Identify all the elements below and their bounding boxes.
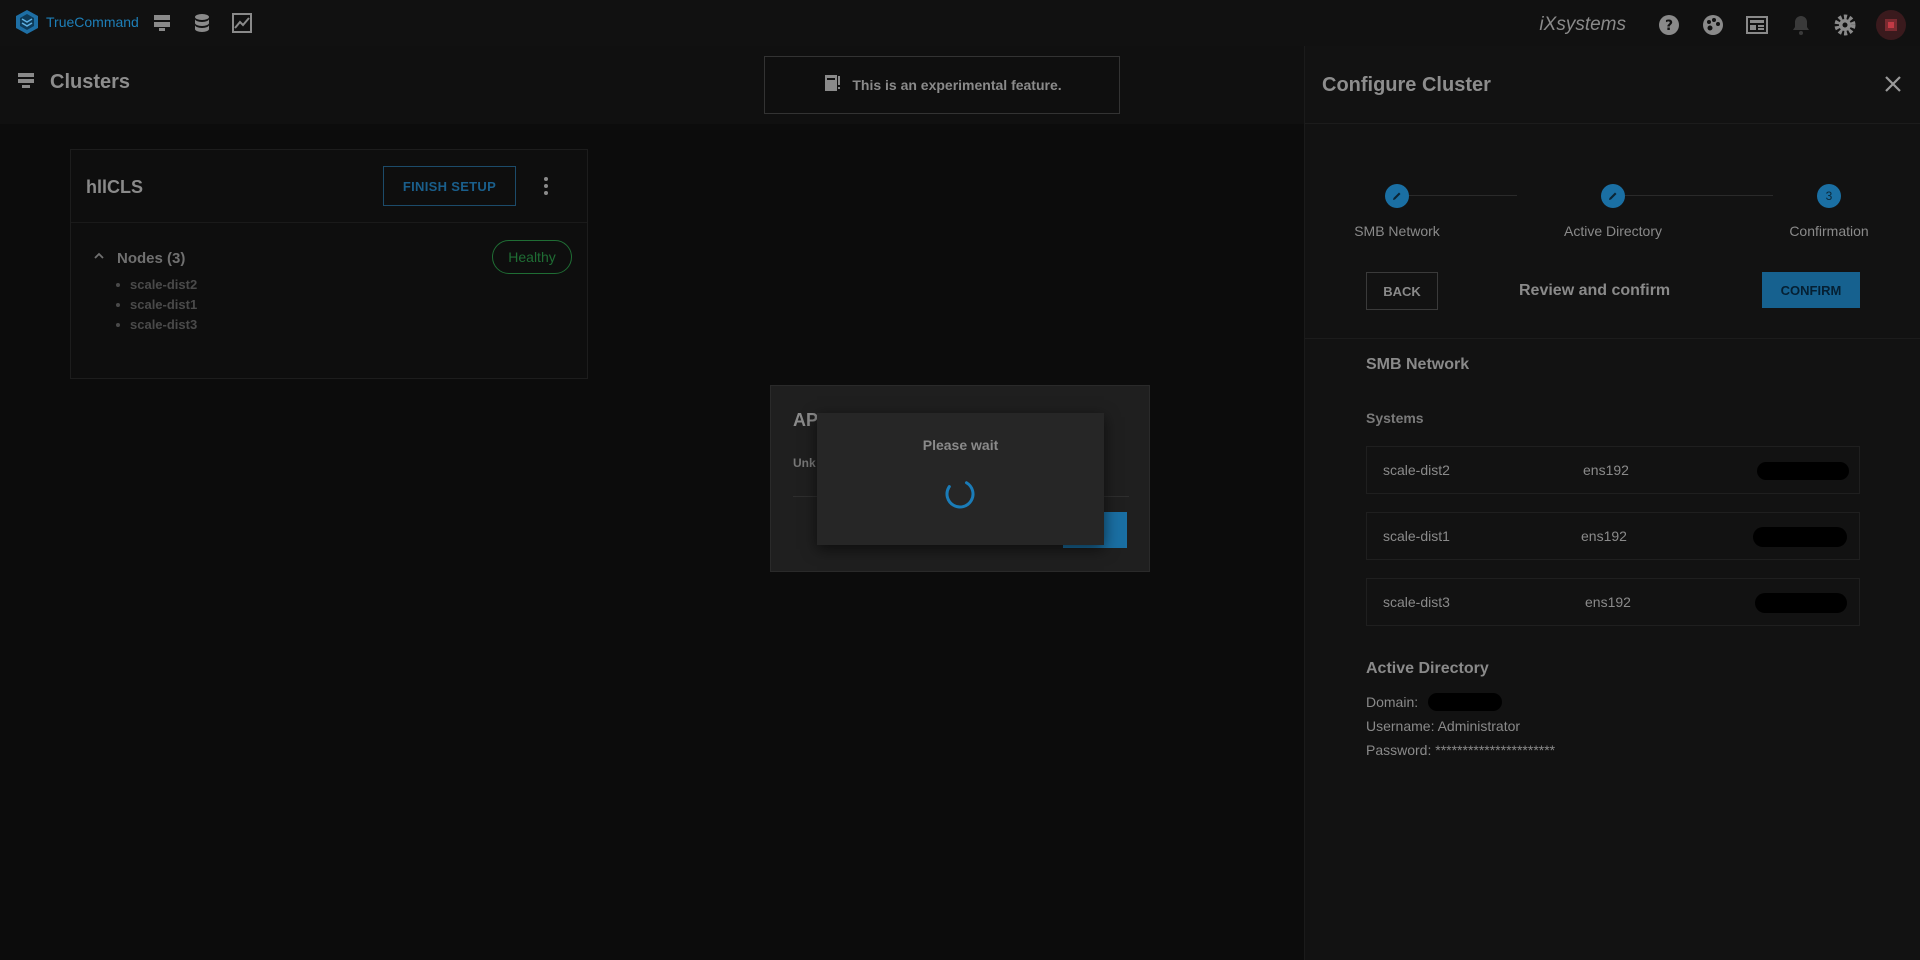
list-item: scale-dist2 xyxy=(116,275,197,295)
review-heading: Review and confirm xyxy=(1519,282,1671,299)
table-row: scale-dist1 ens192 xyxy=(1366,512,1860,560)
top-bar: TrueCommand iXsystems ? xyxy=(0,0,1920,46)
please-wait-dialog: Please wait xyxy=(817,413,1104,545)
brand-name: TrueCommand xyxy=(46,14,139,30)
step-label-active-directory[interactable]: Active Directory xyxy=(1543,223,1683,239)
redacted-address xyxy=(1757,462,1849,480)
close-icon[interactable] xyxy=(1881,72,1905,96)
user-avatar[interactable] xyxy=(1876,10,1906,40)
finish-setup-button[interactable]: FINISH SETUP xyxy=(383,166,516,206)
edit-pencil-icon xyxy=(1393,192,1401,200)
loading-spinner-icon xyxy=(945,479,975,509)
active-directory-heading: Active Directory xyxy=(1366,660,1489,677)
system-interface: ens192 xyxy=(1583,462,1629,478)
confirm-button[interactable]: CONFIRM xyxy=(1762,272,1860,308)
redacted-address xyxy=(1753,527,1847,547)
card-divider xyxy=(71,222,587,223)
ixsystems-logo: iXsystems xyxy=(1539,14,1626,35)
nodes-toggle[interactable]: Nodes (3) xyxy=(93,249,185,267)
truecommand-logo[interactable]: TrueCommand xyxy=(14,9,139,35)
configure-cluster-panel: Configure Cluster 3 SMB Network Active D… xyxy=(1304,46,1920,960)
notifications-bell-icon[interactable] xyxy=(1788,12,1814,38)
redacted-address xyxy=(1755,593,1847,613)
stepper-connector xyxy=(1613,195,1773,196)
storage-icon[interactable] xyxy=(190,11,214,35)
system-interface: ens192 xyxy=(1581,528,1627,544)
help-icon[interactable]: ? xyxy=(1656,12,1682,38)
back-button[interactable]: BACK xyxy=(1366,272,1438,310)
settings-gear-icon[interactable] xyxy=(1832,12,1858,38)
experimental-flask-icon xyxy=(822,73,842,98)
please-wait-title: Please wait xyxy=(922,437,999,453)
systems-heading: Systems xyxy=(1366,410,1424,426)
list-item: scale-dist3 xyxy=(116,315,197,335)
stepper-connector xyxy=(1397,195,1517,196)
table-row: scale-dist2 ens192 xyxy=(1366,446,1860,494)
cluster-card: hllCLS FINISH SETUP Nodes (3) Healthy sc… xyxy=(70,149,588,379)
password-line: Password: ********************** xyxy=(1366,742,1556,758)
step-label-smb-network[interactable]: SMB Network xyxy=(1327,223,1467,239)
panel-title: Configure Cluster xyxy=(1322,74,1491,96)
system-interface: ens192 xyxy=(1585,594,1631,610)
news-icon[interactable] xyxy=(1744,12,1770,38)
servers-icon[interactable] xyxy=(150,11,174,35)
list-item: scale-dist1 xyxy=(116,295,197,315)
table-row: scale-dist3 ens192 xyxy=(1366,578,1860,626)
step-label-confirmation[interactable]: Confirmation xyxy=(1759,223,1899,239)
username-line: Username: Administrator xyxy=(1366,718,1521,734)
truecommand-logo-icon xyxy=(16,10,38,34)
edit-pencil-icon xyxy=(1609,192,1617,200)
system-name: scale-dist1 xyxy=(1383,528,1450,544)
panel-divider xyxy=(1305,338,1920,339)
chevron-up-icon xyxy=(93,249,105,267)
domain-label: Domain: xyxy=(1366,694,1419,710)
step-active-directory-marker[interactable] xyxy=(1601,184,1625,208)
more-options-icon[interactable] xyxy=(541,176,551,196)
cluster-name: hllCLS xyxy=(86,177,143,197)
status-badge: Healthy xyxy=(492,240,572,274)
nodes-title: Nodes (3) xyxy=(117,249,186,267)
api-dialog-message: Unk xyxy=(793,456,816,470)
step-confirmation-marker[interactable]: 3 xyxy=(1817,184,1841,208)
experimental-banner-text: This is an experimental feature. xyxy=(852,77,1062,93)
domain-line: Domain: xyxy=(1366,693,1502,711)
panel-header: Configure Cluster xyxy=(1305,46,1920,124)
experimental-banner: This is an experimental feature. xyxy=(764,56,1120,114)
redacted-domain xyxy=(1428,693,1502,711)
avatar-pattern-icon xyxy=(1885,19,1897,31)
palette-icon[interactable] xyxy=(1700,12,1726,38)
step-smb-network-marker[interactable] xyxy=(1385,184,1409,208)
svg-text:?: ? xyxy=(1665,18,1673,34)
api-dialog-title: AP xyxy=(793,410,819,430)
smb-network-heading: SMB Network xyxy=(1366,356,1470,373)
reports-chart-icon[interactable] xyxy=(230,11,254,35)
system-name: scale-dist2 xyxy=(1383,462,1450,478)
node-list: scale-dist2 scale-dist1 scale-dist3 xyxy=(116,275,197,335)
page-title: Clusters xyxy=(50,71,131,93)
system-name: scale-dist3 xyxy=(1383,594,1450,610)
clusters-icon xyxy=(16,70,36,95)
